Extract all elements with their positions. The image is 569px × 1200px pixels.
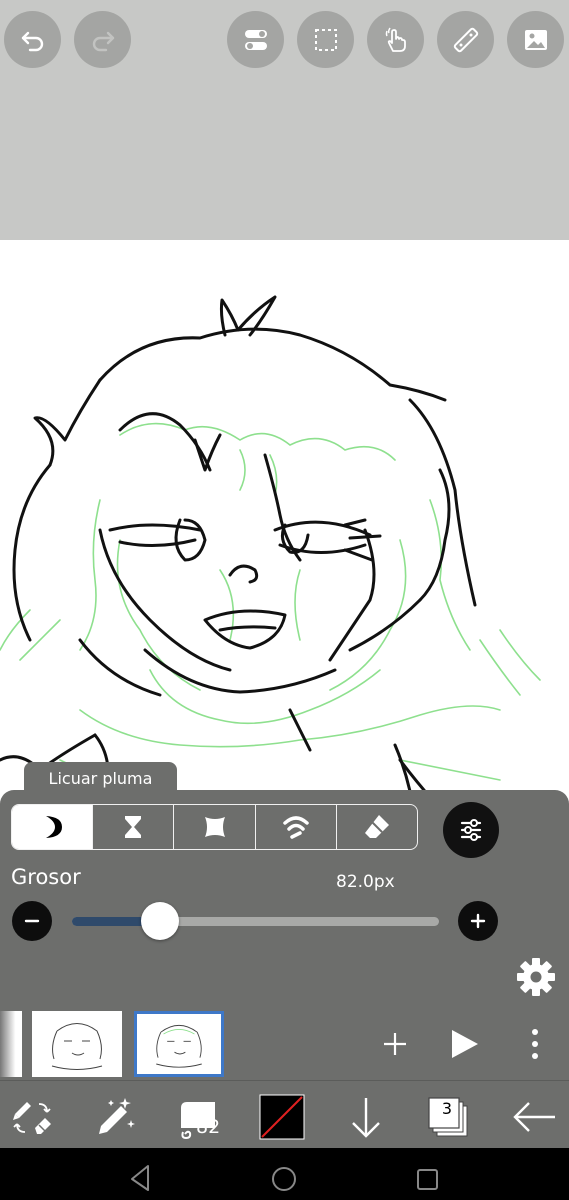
ruler-button[interactable] (437, 11, 494, 68)
magic-wand-pen-icon (99, 1098, 135, 1134)
system-nav-icons (131, 1165, 438, 1191)
layer-thumbnail[interactable] (32, 1011, 122, 1077)
undo-arrow-icon (21, 31, 43, 51)
segment-hourglass[interactable] (93, 805, 175, 849)
thickness-decrease-button[interactable] (12, 901, 52, 941)
brush-settings-button[interactable] (443, 802, 499, 858)
moon-brush-icon (46, 816, 63, 838)
layer-toggle-button[interactable] (227, 11, 284, 68)
hand-touch-icon (385, 27, 406, 52)
nav-home-icon[interactable] (272, 1167, 296, 1191)
hourglass-icon (125, 816, 142, 838)
toggle-switches-icon (244, 29, 267, 50)
merge-down-button[interactable] (342, 1093, 390, 1141)
layer-thumbnail-selected[interactable] (134, 1011, 224, 1077)
system-navigation-bar (0, 1148, 569, 1200)
play-button[interactable] (443, 1022, 485, 1066)
brush-eraser-swap-button[interactable] (8, 1093, 56, 1141)
undo-button[interactable] (4, 11, 61, 68)
thickness-increase-button[interactable] (458, 901, 498, 941)
brush-size-number: 82 (196, 1116, 221, 1138)
brush-name-label: Licuar pluma (48, 768, 153, 788)
plus-icon (470, 913, 486, 929)
play-icon (452, 1030, 478, 1058)
image-icon (524, 29, 547, 50)
ibispaint-screen: Licuar pluma Grosor 82.0px 82 3 (0, 0, 569, 1200)
gear-icon[interactable] (514, 955, 558, 999)
redo-button[interactable] (74, 11, 131, 68)
redo-arrow-icon (92, 31, 114, 51)
arrow-left-icon (513, 1102, 555, 1132)
add-frame-button[interactable] (374, 1022, 416, 1066)
segment-eraser[interactable] (337, 805, 417, 849)
bottom-toolbar (0, 1080, 569, 1148)
brush-settings-panel: Grosor 82.0px (0, 790, 569, 1010)
top-toolbar (0, 0, 569, 240)
plus-icon (384, 1033, 406, 1055)
color-swatch-button[interactable] (258, 1093, 306, 1141)
segment-moon-brush[interactable] (12, 805, 94, 849)
thickness-label: Grosor (11, 865, 81, 889)
brush-eraser-swap-icon (13, 1102, 51, 1134)
layer-count: 3 (441, 1099, 453, 1118)
layer-thumbnail-sketch (156, 1024, 202, 1068)
sliders-icon (460, 819, 482, 841)
eraser-icon (364, 815, 389, 838)
selection-button[interactable] (297, 11, 354, 68)
thickness-value: 82.0px (336, 872, 395, 892)
segment-diamond[interactable] (174, 805, 256, 849)
hand-tool-button[interactable] (367, 11, 424, 68)
more-options-button[interactable] (514, 1022, 556, 1066)
brush-type-segmented-control (11, 804, 418, 850)
nav-back-icon[interactable] (131, 1165, 149, 1191)
nav-recents-icon[interactable] (417, 1169, 438, 1190)
color-swatch-icon (259, 1094, 305, 1140)
dashed-selection-icon (314, 28, 337, 51)
signal-wave-icon (282, 816, 309, 839)
more-vertical-icon (532, 1029, 538, 1059)
back-button[interactable] (510, 1093, 558, 1141)
ruler-icon (453, 27, 478, 52)
arrow-down-icon (352, 1098, 380, 1138)
thickness-slider-thumb[interactable] (141, 902, 180, 940)
layer-thumbnail-sketch (51, 1023, 103, 1070)
reference-image-button[interactable] (507, 11, 564, 68)
layer-strip (0, 1010, 569, 1080)
diamond-shape-icon (204, 817, 225, 837)
thickness-slider[interactable] (72, 917, 439, 926)
layer-thumbnail-partial[interactable] (0, 1011, 22, 1077)
minus-icon (24, 919, 40, 923)
magic-brush-button[interactable] (90, 1093, 138, 1141)
segment-signal[interactable] (256, 805, 337, 849)
